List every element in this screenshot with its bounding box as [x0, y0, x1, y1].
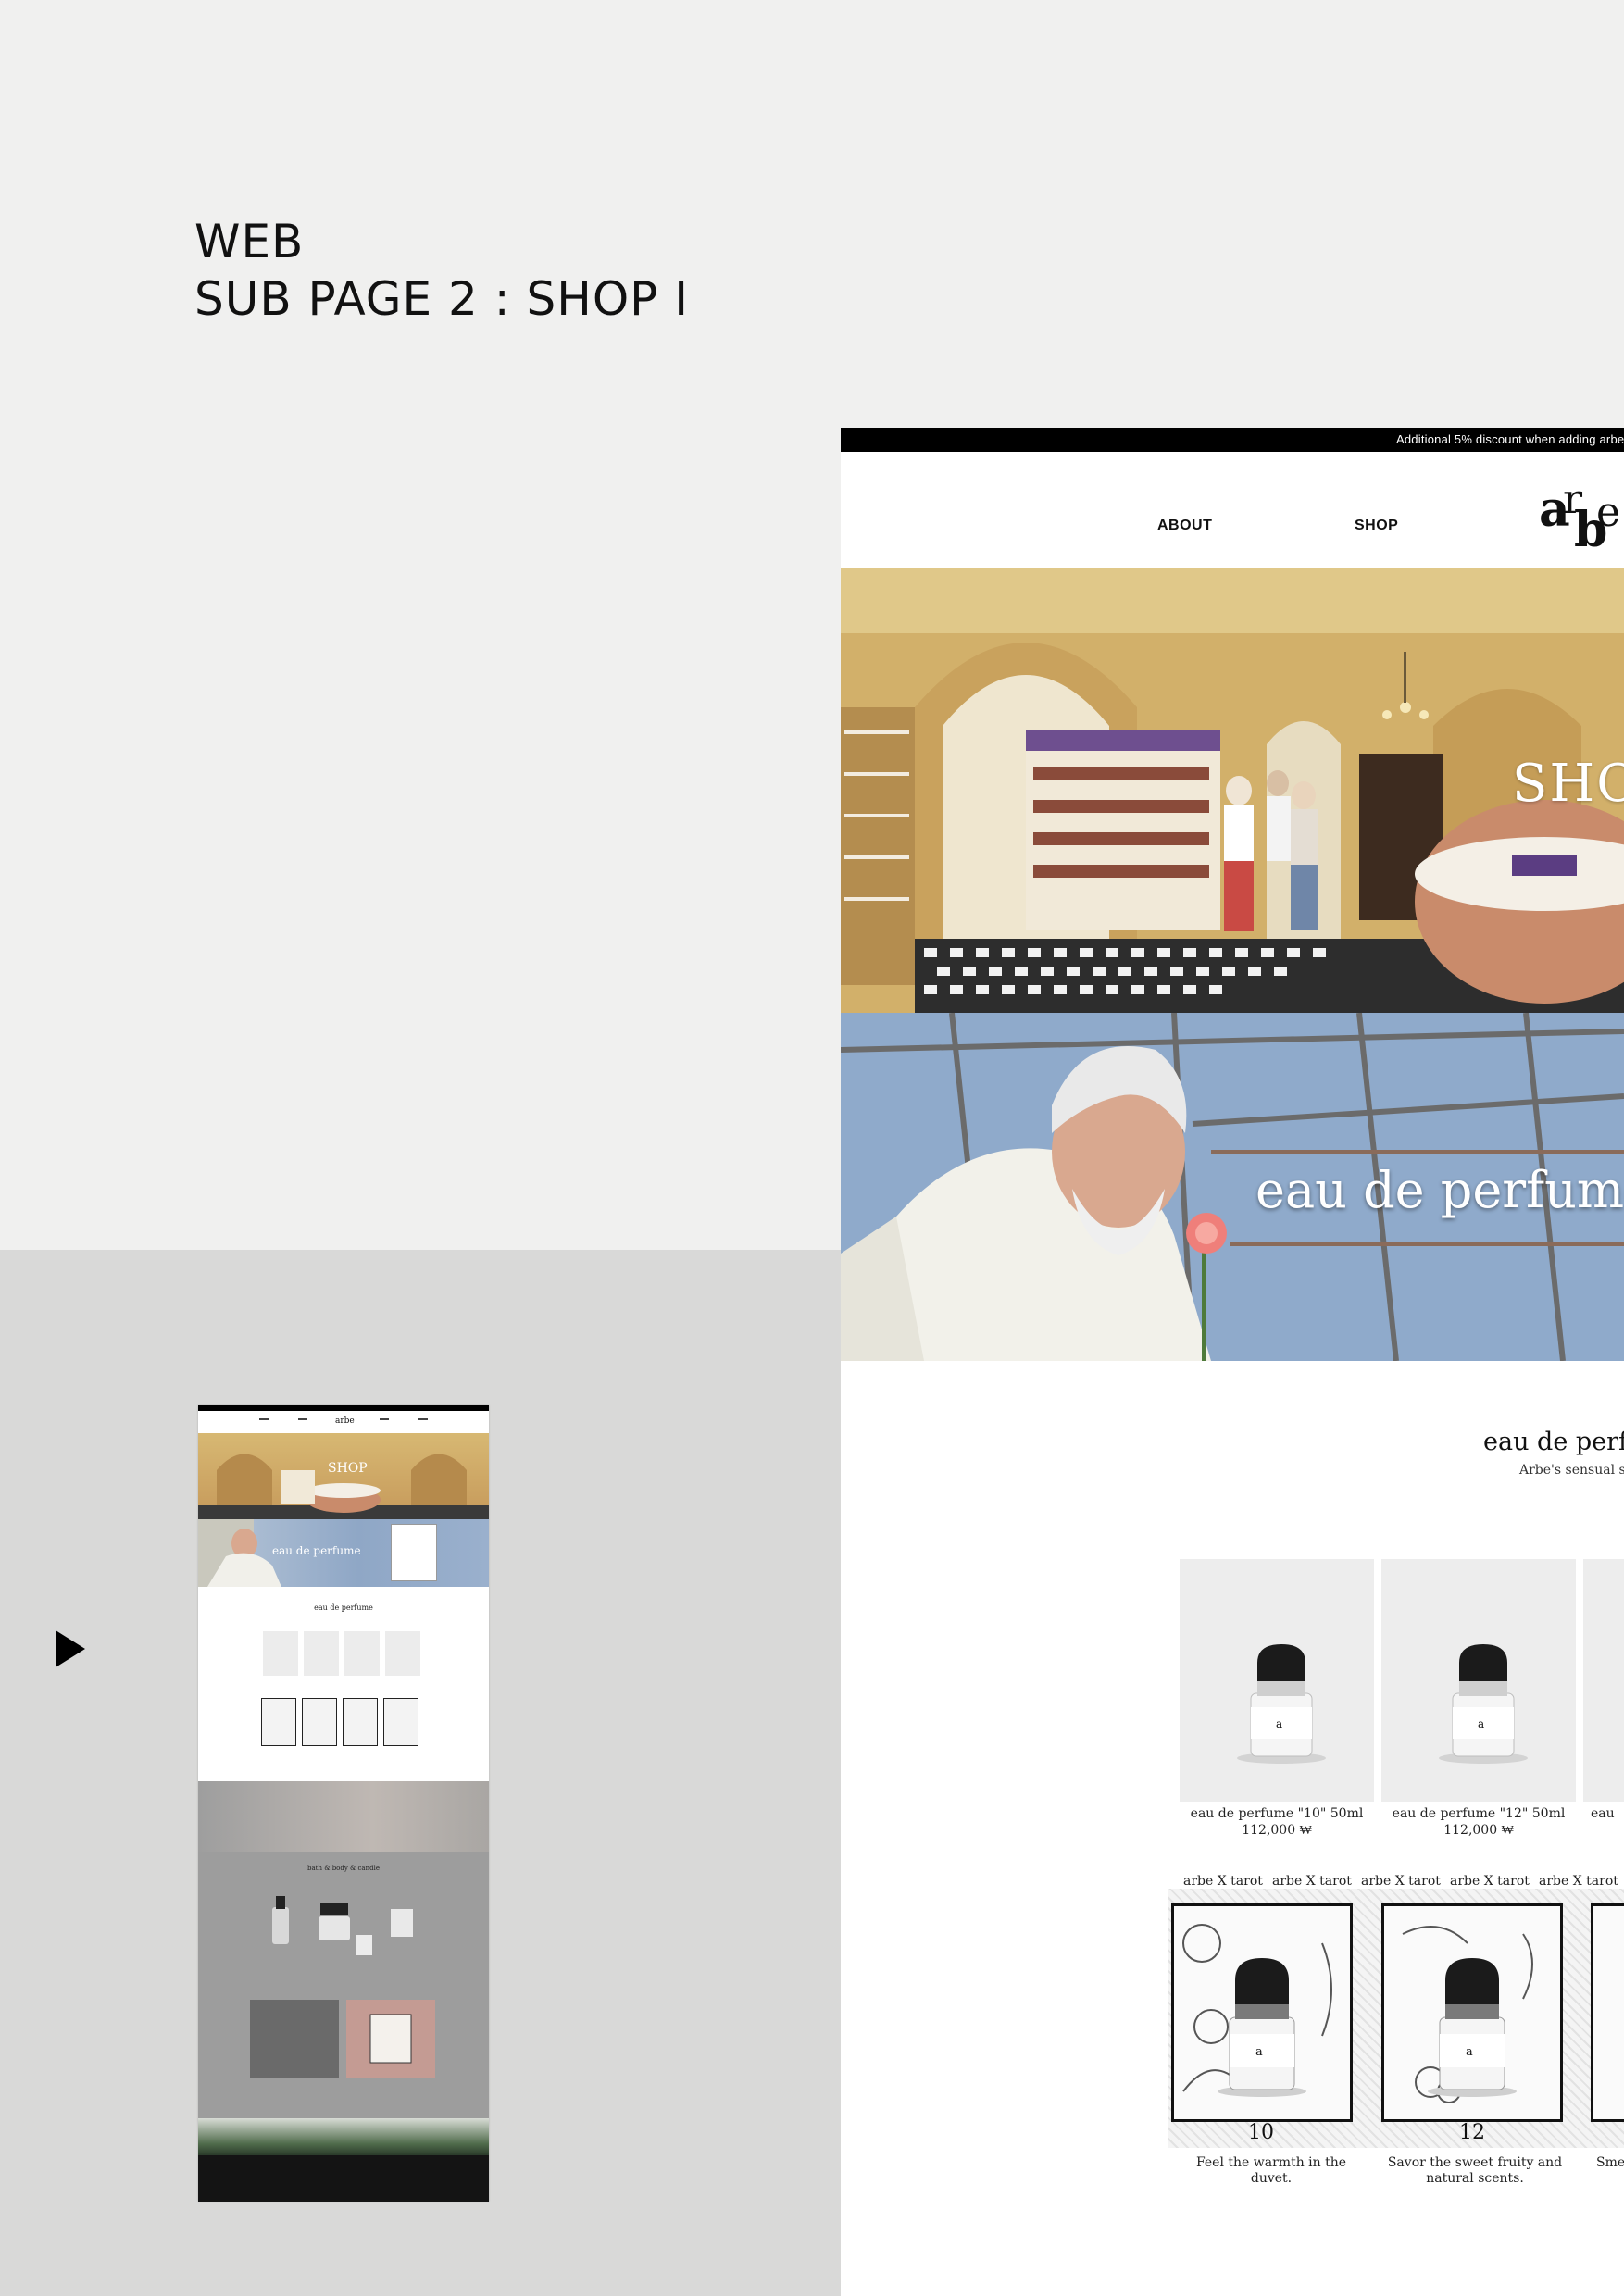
hero-title: SHOP: [1512, 754, 1624, 814]
thumb-shop-interior-illustration: [198, 1454, 489, 1519]
tarot-bottle-illustration: a: [1402, 1926, 1533, 2103]
thumb-nav-item: [418, 1418, 428, 1420]
thumb-section-title: eau de perfume: [314, 1603, 373, 1612]
shop-interior-illustration: [841, 568, 1624, 1013]
thumb-footer: [198, 2155, 489, 2202]
full-page-thumbnail[interactable]: arbe SHOP eau de perfume eau de perfume: [198, 1405, 489, 2202]
product-price: 112,000 ₩: [1242, 1823, 1312, 1838]
thumb-product-card: [344, 1631, 380, 1676]
tarot-card[interactable]: a: [1171, 1903, 1353, 2122]
nav-link-shop[interactable]: SHOP: [1355, 518, 1398, 534]
thumb-products-illustration: [250, 1896, 435, 2078]
section-subtitle: Arbe's sensual sc: [1519, 1463, 1624, 1478]
tarot-number: 12: [1459, 2121, 1485, 2144]
tarot-label: arbe X tarot: [1361, 1874, 1441, 1889]
thumb-candle-banner: [198, 1781, 489, 1852]
perfume-bottle-icon: a: [1439, 1644, 1528, 1764]
thumb-nav-item: [298, 1418, 307, 1420]
thumb-product-card: [263, 1631, 298, 1676]
tarot-bottle-illustration: a: [1182, 1924, 1332, 2097]
tarot-label: arbe X tarot: [1183, 1874, 1263, 1889]
tarot-description: Feel the warmth in the duvet.: [1195, 2155, 1347, 2186]
tarot-label: arbe X tarot: [1272, 1874, 1352, 1889]
perfume-bottle-icon: a: [1237, 1644, 1326, 1764]
thumb-product-card: [304, 1631, 339, 1676]
svg-text:a: a: [1466, 2045, 1473, 2059]
thumb-forest-image: [198, 2118, 489, 2155]
svg-text:a: a: [1478, 1717, 1484, 1730]
svg-text:e: e: [1596, 489, 1620, 536]
thumb-nav-item: [380, 1418, 389, 1420]
product-name[interactable]: eau de perfume "10" 50ml: [1180, 1806, 1374, 1821]
thumb-logo: arbe: [335, 1416, 355, 1426]
nav-link-about[interactable]: ABOUT: [1157, 518, 1212, 534]
arbe-logo-icon[interactable]: a r b e: [1537, 472, 1624, 552]
tarot-card[interactable]: [1591, 1903, 1624, 2122]
product-price: 112,000 ₩: [1443, 1823, 1514, 1838]
thumb-tarot-card: [261, 1698, 296, 1746]
tarot-description: Sme: [1596, 2155, 1624, 2170]
tarot-number: 10: [1248, 2121, 1274, 2144]
play-triangle-icon[interactable]: [56, 1630, 85, 1667]
thumb-hero-title: SHOP: [328, 1461, 368, 1476]
thumb-hero: [198, 1433, 489, 1519]
heading-line-2: SUB PAGE 2 : SHOP I: [194, 272, 689, 326]
eau-de-perfume-banner: eau de perfume: [841, 1013, 1624, 1361]
thumb-banner-title: eau de perfume: [272, 1544, 361, 1557]
tarot-card[interactable]: a: [1381, 1903, 1563, 2122]
thumb-nav-item: [259, 1418, 269, 1420]
product-card[interactable]: a: [1381, 1559, 1576, 1802]
tarot-label: arbe X tarot: [1539, 1874, 1618, 1889]
product-name[interactable]: eau: [1591, 1806, 1624, 1821]
svg-text:a: a: [1255, 2045, 1263, 2059]
thumb-description-note: [391, 1524, 437, 1581]
banner-title: eau de perfume: [1255, 1161, 1624, 1219]
tarot-description: Savor the sweet fruity and natural scent…: [1387, 2155, 1563, 2186]
thumb-tarot-card: [383, 1698, 418, 1746]
page-heading: WEB SUB PAGE 2 : SHOP I: [194, 213, 689, 328]
thumb-promo-bar: [198, 1405, 489, 1411]
thumb-product-card: [385, 1631, 420, 1676]
section-title: eau de perfume: [1483, 1428, 1624, 1456]
product-name[interactable]: eau de perfume "12" 50ml: [1381, 1806, 1576, 1821]
product-card[interactable]: [1583, 1559, 1624, 1802]
promo-bar[interactable]: Additional 5% discount when adding arbe: [841, 428, 1624, 452]
thumb-tarot-card: [343, 1698, 378, 1746]
heading-line-1: WEB: [194, 215, 305, 268]
website-preview: Additional 5% discount when adding arbe …: [841, 428, 1624, 2296]
product-card[interactable]: a: [1180, 1559, 1374, 1802]
shop-hero-image: SHOP: [841, 568, 1624, 1013]
thumb-bath-body-section: [198, 1852, 489, 2128]
tarot-label: arbe X tarot: [1450, 1874, 1530, 1889]
thumb-section2-title: bath & body & candle: [307, 1865, 380, 1872]
svg-text:a: a: [1276, 1717, 1282, 1730]
thumb-tarot-card: [302, 1698, 337, 1746]
